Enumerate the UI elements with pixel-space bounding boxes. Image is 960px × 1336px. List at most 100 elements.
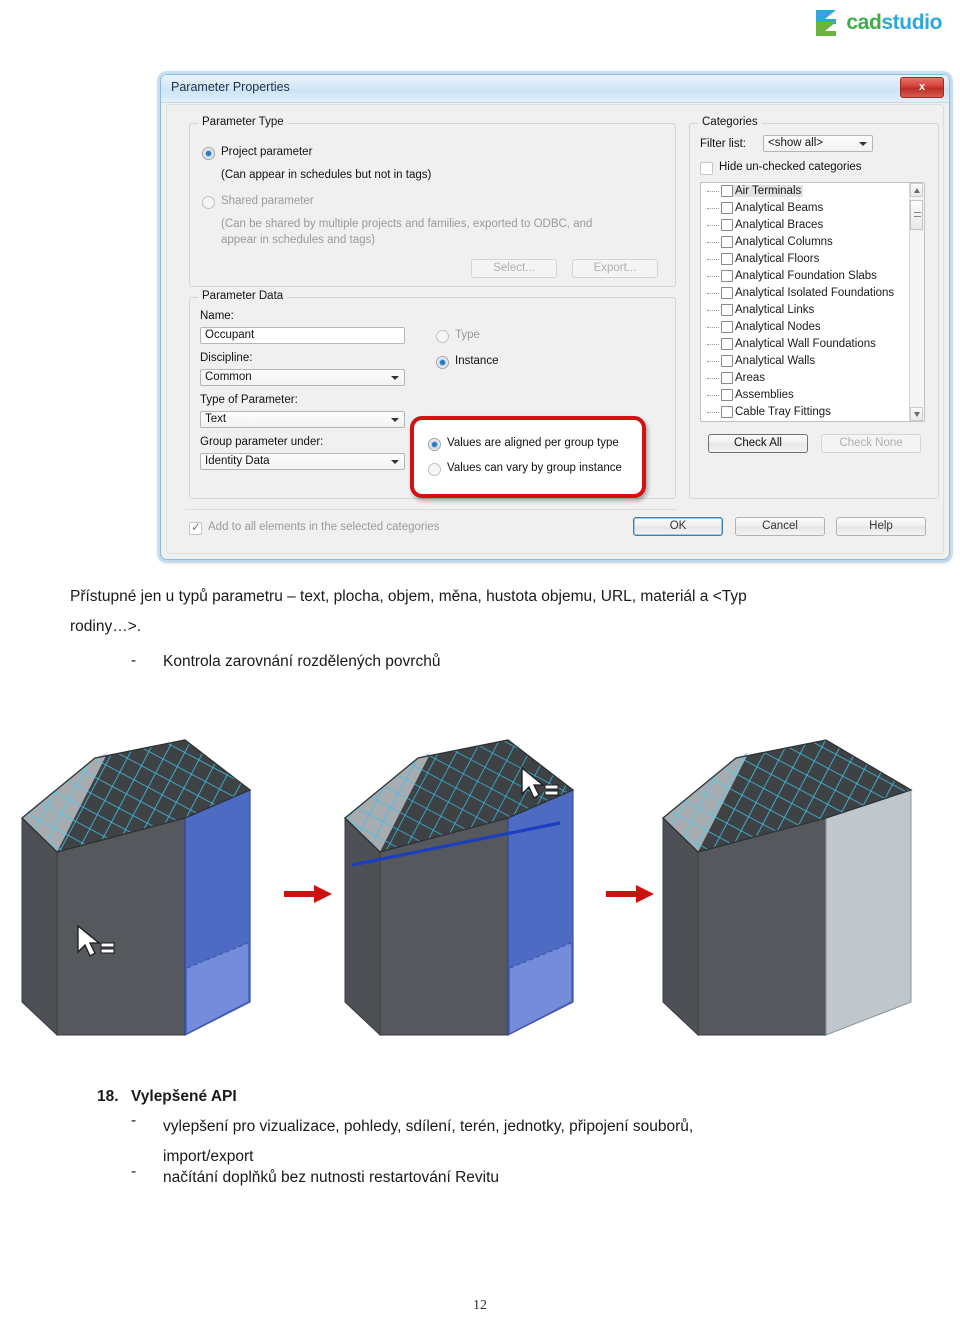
scroll-down-icon[interactable] (910, 407, 923, 421)
category-checkbox[interactable] (721, 219, 733, 231)
category-label: Areas (735, 372, 766, 384)
bullet-dash-2: - (131, 1112, 137, 1129)
paragraph-access-types: Přístupné jen u typů parametru – text, p… (70, 582, 900, 642)
category-label: Analytical Braces (735, 219, 824, 231)
group-parameter-under-select[interactable]: Identity Data (200, 453, 405, 470)
type-radio[interactable] (436, 330, 449, 343)
values-aligned-label: Values are aligned per group type (447, 437, 619, 449)
category-row[interactable]: Areas (701, 370, 924, 387)
arrow-right-icon-2 (606, 885, 654, 903)
export-button[interactable]: Export... (572, 259, 658, 278)
parameter-type-group: Parameter Type Project parameter (Can ap… (189, 116, 676, 287)
project-parameter-radio[interactable] (202, 147, 215, 160)
category-row[interactable]: Cable Tray Fittings (701, 404, 924, 421)
values-vary-radio[interactable] (428, 463, 441, 476)
group-parameter-under-label: Group parameter under: (200, 436, 324, 448)
category-checkbox[interactable] (721, 253, 733, 265)
category-row[interactable]: Analytical Wall Foundations (701, 336, 924, 353)
hide-unchecked-checkbox[interactable] (700, 162, 713, 175)
tree-line-icon (707, 327, 719, 328)
categories-rows: Air Terminals Analytical Beams Analytical … (701, 183, 924, 421)
category-row[interactable]: Analytical Foundation Slabs (701, 268, 924, 285)
category-label: Analytical Nodes (735, 321, 821, 333)
category-row[interactable]: Assemblies (701, 387, 924, 404)
category-row[interactable]: Analytical Isolated Foundations (701, 285, 924, 302)
category-checkbox[interactable] (721, 270, 733, 282)
filter-list-value: <show all> (768, 137, 823, 149)
categories-scrollbar[interactable] (909, 183, 924, 421)
values-vary-label: Values can vary by group instance (447, 462, 622, 474)
category-checkbox[interactable] (721, 406, 733, 418)
discipline-select[interactable]: Common (200, 369, 405, 386)
ok-button[interactable]: OK (633, 517, 723, 536)
category-row[interactable]: Analytical Nodes (701, 319, 924, 336)
category-checkbox[interactable] (721, 236, 733, 248)
filter-list-select[interactable]: <show all> (763, 135, 873, 152)
type-of-parameter-label: Type of Parameter: (200, 394, 298, 406)
close-icon[interactable]: x (900, 77, 944, 98)
figure-svg (21, 739, 913, 1037)
category-label: Analytical Columns (735, 236, 833, 248)
category-checkbox[interactable] (721, 389, 733, 401)
category-row[interactable]: Analytical Links (701, 302, 924, 319)
hide-unchecked-label: Hide un-checked categories (719, 161, 862, 173)
category-checkbox[interactable] (721, 202, 733, 214)
dialog-titlebar[interactable]: Parameter Properties x (161, 75, 949, 103)
tree-line-icon (707, 208, 719, 209)
section-title: Vylepšené API (131, 1088, 237, 1105)
tree-line-icon (707, 395, 719, 396)
parameter-data-legend: Parameter Data (198, 290, 288, 302)
instance-radio-label: Instance (455, 355, 499, 367)
bullet-api-improvements-line1: vylepšení pro vizualizace, pohledy, sdíl… (163, 1118, 694, 1135)
scroll-up-icon[interactable] (910, 183, 923, 197)
chevron-down-icon (391, 460, 399, 464)
category-label: Assemblies (735, 389, 794, 401)
chevron-down-icon (859, 142, 867, 146)
category-label: Analytical Wall Foundations (735, 338, 876, 350)
prism-before-left (21, 739, 252, 1037)
values-aligned-radio[interactable] (428, 438, 441, 451)
add-to-all-checkbox[interactable] (189, 521, 202, 535)
help-button[interactable]: Help (836, 517, 926, 536)
category-row[interactable]: Air Terminals (701, 183, 924, 200)
category-checkbox[interactable] (721, 287, 733, 299)
categories-list[interactable]: Air Terminals Analytical Beams Analytical … (700, 182, 925, 422)
category-checkbox[interactable] (721, 372, 733, 384)
category-checkbox[interactable] (721, 304, 733, 316)
filter-list-label: Filter list: (700, 138, 746, 150)
scrollbar-thumb[interactable] (910, 200, 923, 230)
category-row[interactable]: Analytical Columns (701, 234, 924, 251)
shared-parameter-radio[interactable] (202, 196, 215, 209)
category-checkbox[interactable] (721, 355, 733, 367)
figure-divided-surface-alignment (0, 690, 960, 1070)
arrow-right-icon-1 (284, 885, 332, 903)
logo-studio-text: studio (881, 11, 942, 34)
check-all-button[interactable]: Check All (708, 434, 808, 453)
instance-radio[interactable] (436, 356, 449, 369)
tree-line-icon (707, 310, 719, 311)
parameter-properties-dialog: Parameter Properties x Parameter Type Pr… (160, 74, 950, 560)
tree-line-icon (707, 361, 719, 362)
cadstudio-logo-mark (816, 10, 837, 36)
category-row[interactable]: Analytical Walls (701, 353, 924, 370)
category-label: Analytical Isolated Foundations (735, 287, 895, 299)
tree-line-icon (707, 276, 719, 277)
tree-line-icon (707, 225, 719, 226)
type-of-parameter-select[interactable]: Text (200, 411, 405, 428)
category-checkbox[interactable] (721, 321, 733, 333)
category-row[interactable]: Analytical Beams (701, 200, 924, 217)
select-button[interactable]: Select... (471, 259, 557, 278)
check-none-button[interactable]: Check None (821, 434, 921, 453)
category-row[interactable]: Analytical Floors (701, 251, 924, 268)
category-label: Analytical Beams (735, 202, 824, 214)
categories-group: Categories Filter list: <show all> Hide … (689, 116, 939, 499)
category-checkbox[interactable] (721, 185, 733, 197)
cancel-button[interactable]: Cancel (735, 517, 825, 536)
category-row[interactable]: Analytical Braces (701, 217, 924, 234)
group-parameter-under-value: Identity Data (205, 455, 270, 467)
bullet-kontrola-zarovnani: Kontrola zarovnání rozdělených povrchů (163, 653, 441, 670)
name-input[interactable]: Occupant (200, 327, 405, 344)
tree-line-icon (707, 242, 719, 243)
category-checkbox[interactable] (721, 338, 733, 350)
tree-line-icon (707, 293, 719, 294)
